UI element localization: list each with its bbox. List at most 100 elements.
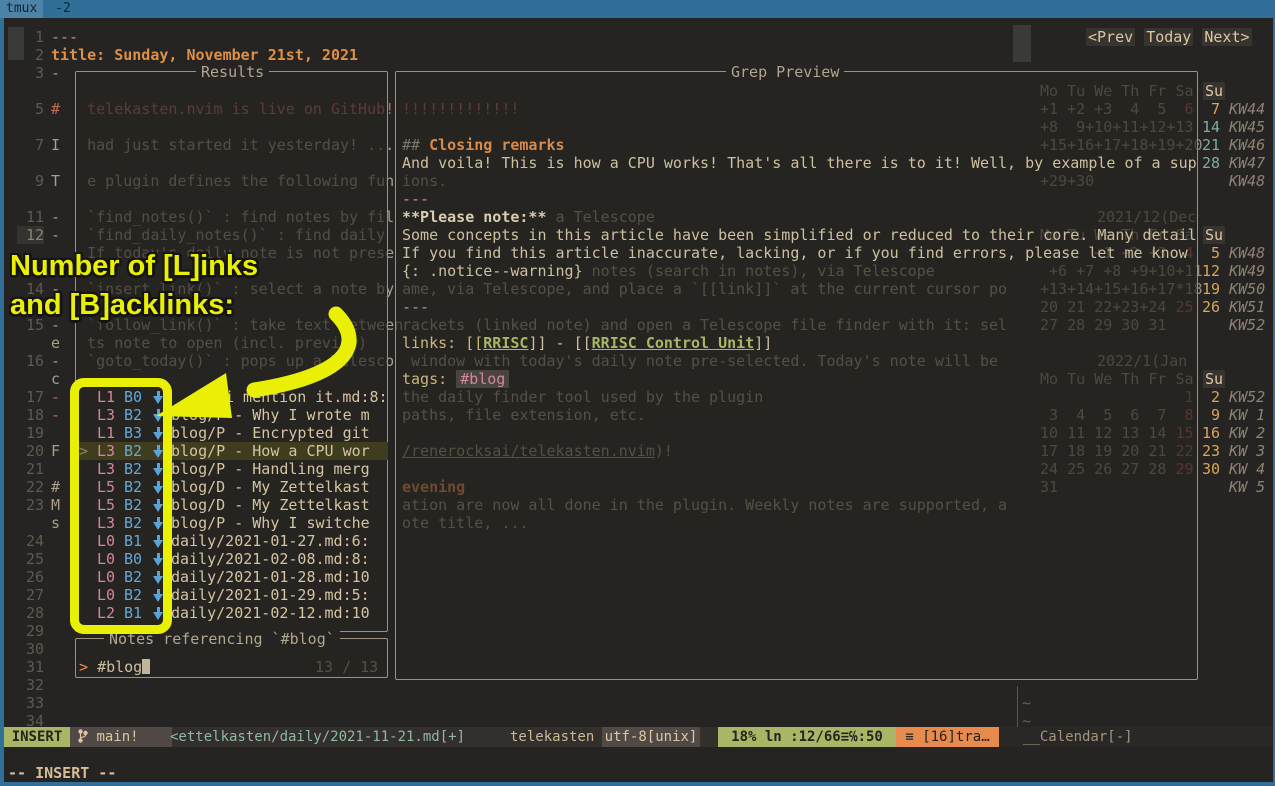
calendar-buffer-statusline: __Calendar[-] [999,727,1273,747]
window-separator [1017,686,1018,727]
tmux-title-bar: tmux -2 [0,0,1275,18]
calendar-week-label: KW52 [1229,316,1265,334]
preview-line: --- [402,190,429,208]
preview-line: If you find this article inaccurate, lac… [402,244,1188,262]
preview-line: ation are now all done in the plugin. We… [402,496,1007,514]
calendar-date-row[interactable]: 16 KW 2 [1202,424,1265,442]
buffer-line: s [17,514,60,532]
encoding-indicator: utf-8[unix] [602,727,700,747]
tmux-window-name: -2 [43,1,70,16]
fold-column-block [8,27,24,60]
buffer-line: 27 [17,586,51,604]
calendar-nav: <Prev Today Next> [1086,28,1252,46]
buffer-line: 32 [17,676,51,694]
calendar-date-row[interactable]: 23 KW 3 [1202,442,1265,460]
git-branch-segment: main! [70,727,172,747]
tmux-neovim-screen: { "tmux": {"app": "tmux", "rest": " -2"}… [0,0,1275,786]
buffer-line: c [17,370,60,388]
preview-line: **Please note:** a Telescope [402,208,655,226]
calendar-next-button[interactable]: Next> [1202,28,1251,46]
buffer-line: 3- [17,64,60,82]
buffer-line: 26 [17,568,51,586]
calendar-date-row[interactable]: 9 KW 1 [1202,406,1265,424]
calendar-today-button[interactable]: Today [1144,28,1193,46]
calendar-week-label: KW48 [1229,172,1265,190]
buffer-line: 21 [17,460,51,478]
buffer-line: 33 [17,694,51,712]
buffer-line: 1--- [17,28,78,46]
preview-line: the daily finder tool used by the plugin [402,388,763,406]
scroll-indicator-block [1013,25,1031,62]
preview-line: /renerocksai/telekasten.nvim)! [402,442,673,460]
preview-line: And voila! This is how a CPU works! That… [402,154,1197,172]
preview-line: --- [402,298,429,316]
text-cursor [142,659,150,674]
results-window-title: Results [196,63,269,81]
calendar-sunday-header: Su [1203,82,1225,100]
calendar-date-row[interactable]: 28 KW47 [1202,154,1265,172]
preview-line: {: .notice--warning} notes (search in no… [402,262,935,280]
annotation-line-2: and [B]acklinks: [10,289,234,322]
git-branch-icon [78,729,88,743]
wiki-link[interactable]: RRISC Control Unit [592,334,755,352]
calendar-date-row[interactable]: 7 KW44 [1202,100,1265,118]
preview-line: ions. [402,172,447,190]
buffer-line: 23M [17,496,60,514]
repo-link[interactable]: /renerocksai/telekasten.nvim [402,442,655,460]
calendar-prev-button[interactable]: <Prev [1086,28,1135,46]
preview-line: evening [402,478,465,496]
trailing-whitespace-warning: ≡ [16]tra… [896,727,999,747]
terminal-screen: 1--- 2title: Sunday, November 21st, 2021… [4,18,1273,782]
preview-line: ame, via Telescope, and place a `[[link]… [402,280,1007,298]
buffer-line: 18- [17,406,60,424]
plugin-name: telekasten [510,727,594,747]
annotation-highlight-box [70,378,172,634]
calendar-date-row[interactable]: 21 KW46 [1202,136,1265,154]
buffer-line: 29 [17,622,51,640]
preview-line: Some concepts in this article have been … [402,226,1197,244]
annotation-line-1: Number of [L]inks [10,250,258,283]
buffer-line: 19 [17,424,51,442]
filename: <ettelkasten/daily/2021-11-21.md[+] [170,727,465,747]
calendar-week-label: KW 5 [1229,478,1265,496]
preview-window-title: Grep Preview [726,63,844,81]
calendar-date-row[interactable]: 5 KW48 [1202,244,1265,262]
preview-line: ## Closing remarks [402,136,565,154]
prompt-input[interactable]: > #blog [79,658,150,676]
calendar-date-row[interactable]: 30 KW 4 [1202,460,1265,478]
command-line-mode: -- INSERT -- [8,764,116,782]
prompt-value: #blog [97,658,142,676]
cursor-position: 18% ln :12/66≡℅:50 [718,727,896,747]
tag-chip[interactable]: #blog [456,370,509,388]
preview-line: ote title, ... [402,514,528,532]
buffer-line: 31 [17,658,51,676]
calendar-date-row[interactable]: 2 KW52 [1202,388,1265,406]
calendar-date-row[interactable]: 14 KW45 [1202,118,1265,136]
prompt-caret: > [79,658,97,676]
calendar-date-row[interactable]: 12 KW49 [1202,262,1265,280]
buffer-line: 25 [17,550,51,568]
preview-line: rackets (linked note) and open a Telesco… [402,316,1007,334]
preview-line: tags: #blog [402,370,509,388]
buffer-line: 30 [17,640,51,658]
preview-line: window with today's daily note pre-selec… [402,352,998,370]
calendar-sunday-header: Su [1203,370,1225,388]
tmux-tab[interactable]: tmux [0,0,43,18]
buffer-line: 2title: Sunday, November 21st, 2021 [17,46,358,64]
preview-line: links: [[RRISC]] - [[RRISC Control Unit]… [402,334,772,352]
result-count: 13 / 13 [315,658,378,676]
empty-line-tilde: ~ [1022,694,1031,712]
calendar-date-row[interactable]: 26 KW51 [1202,298,1265,316]
preview-line: !!!!!!!!!!!!! [402,100,519,118]
buffer-line: 24 [17,532,51,550]
buffer-line: 20F [17,442,60,460]
buffer-line: 22# [17,478,60,496]
buffer-line: 28 [17,604,51,622]
calendar-date-row[interactable]: 19 KW50 [1202,280,1265,298]
mode-indicator: INSERT [4,727,70,747]
calendar-sunday-header: Su [1203,226,1225,244]
buffer-line: 17- [17,388,60,406]
preview-line: paths, file extension, etc. [402,406,646,424]
wiki-link[interactable]: RRISC [483,334,528,352]
status-line: INSERT main! <ettelkasten/daily/2021-11-… [4,727,1273,747]
